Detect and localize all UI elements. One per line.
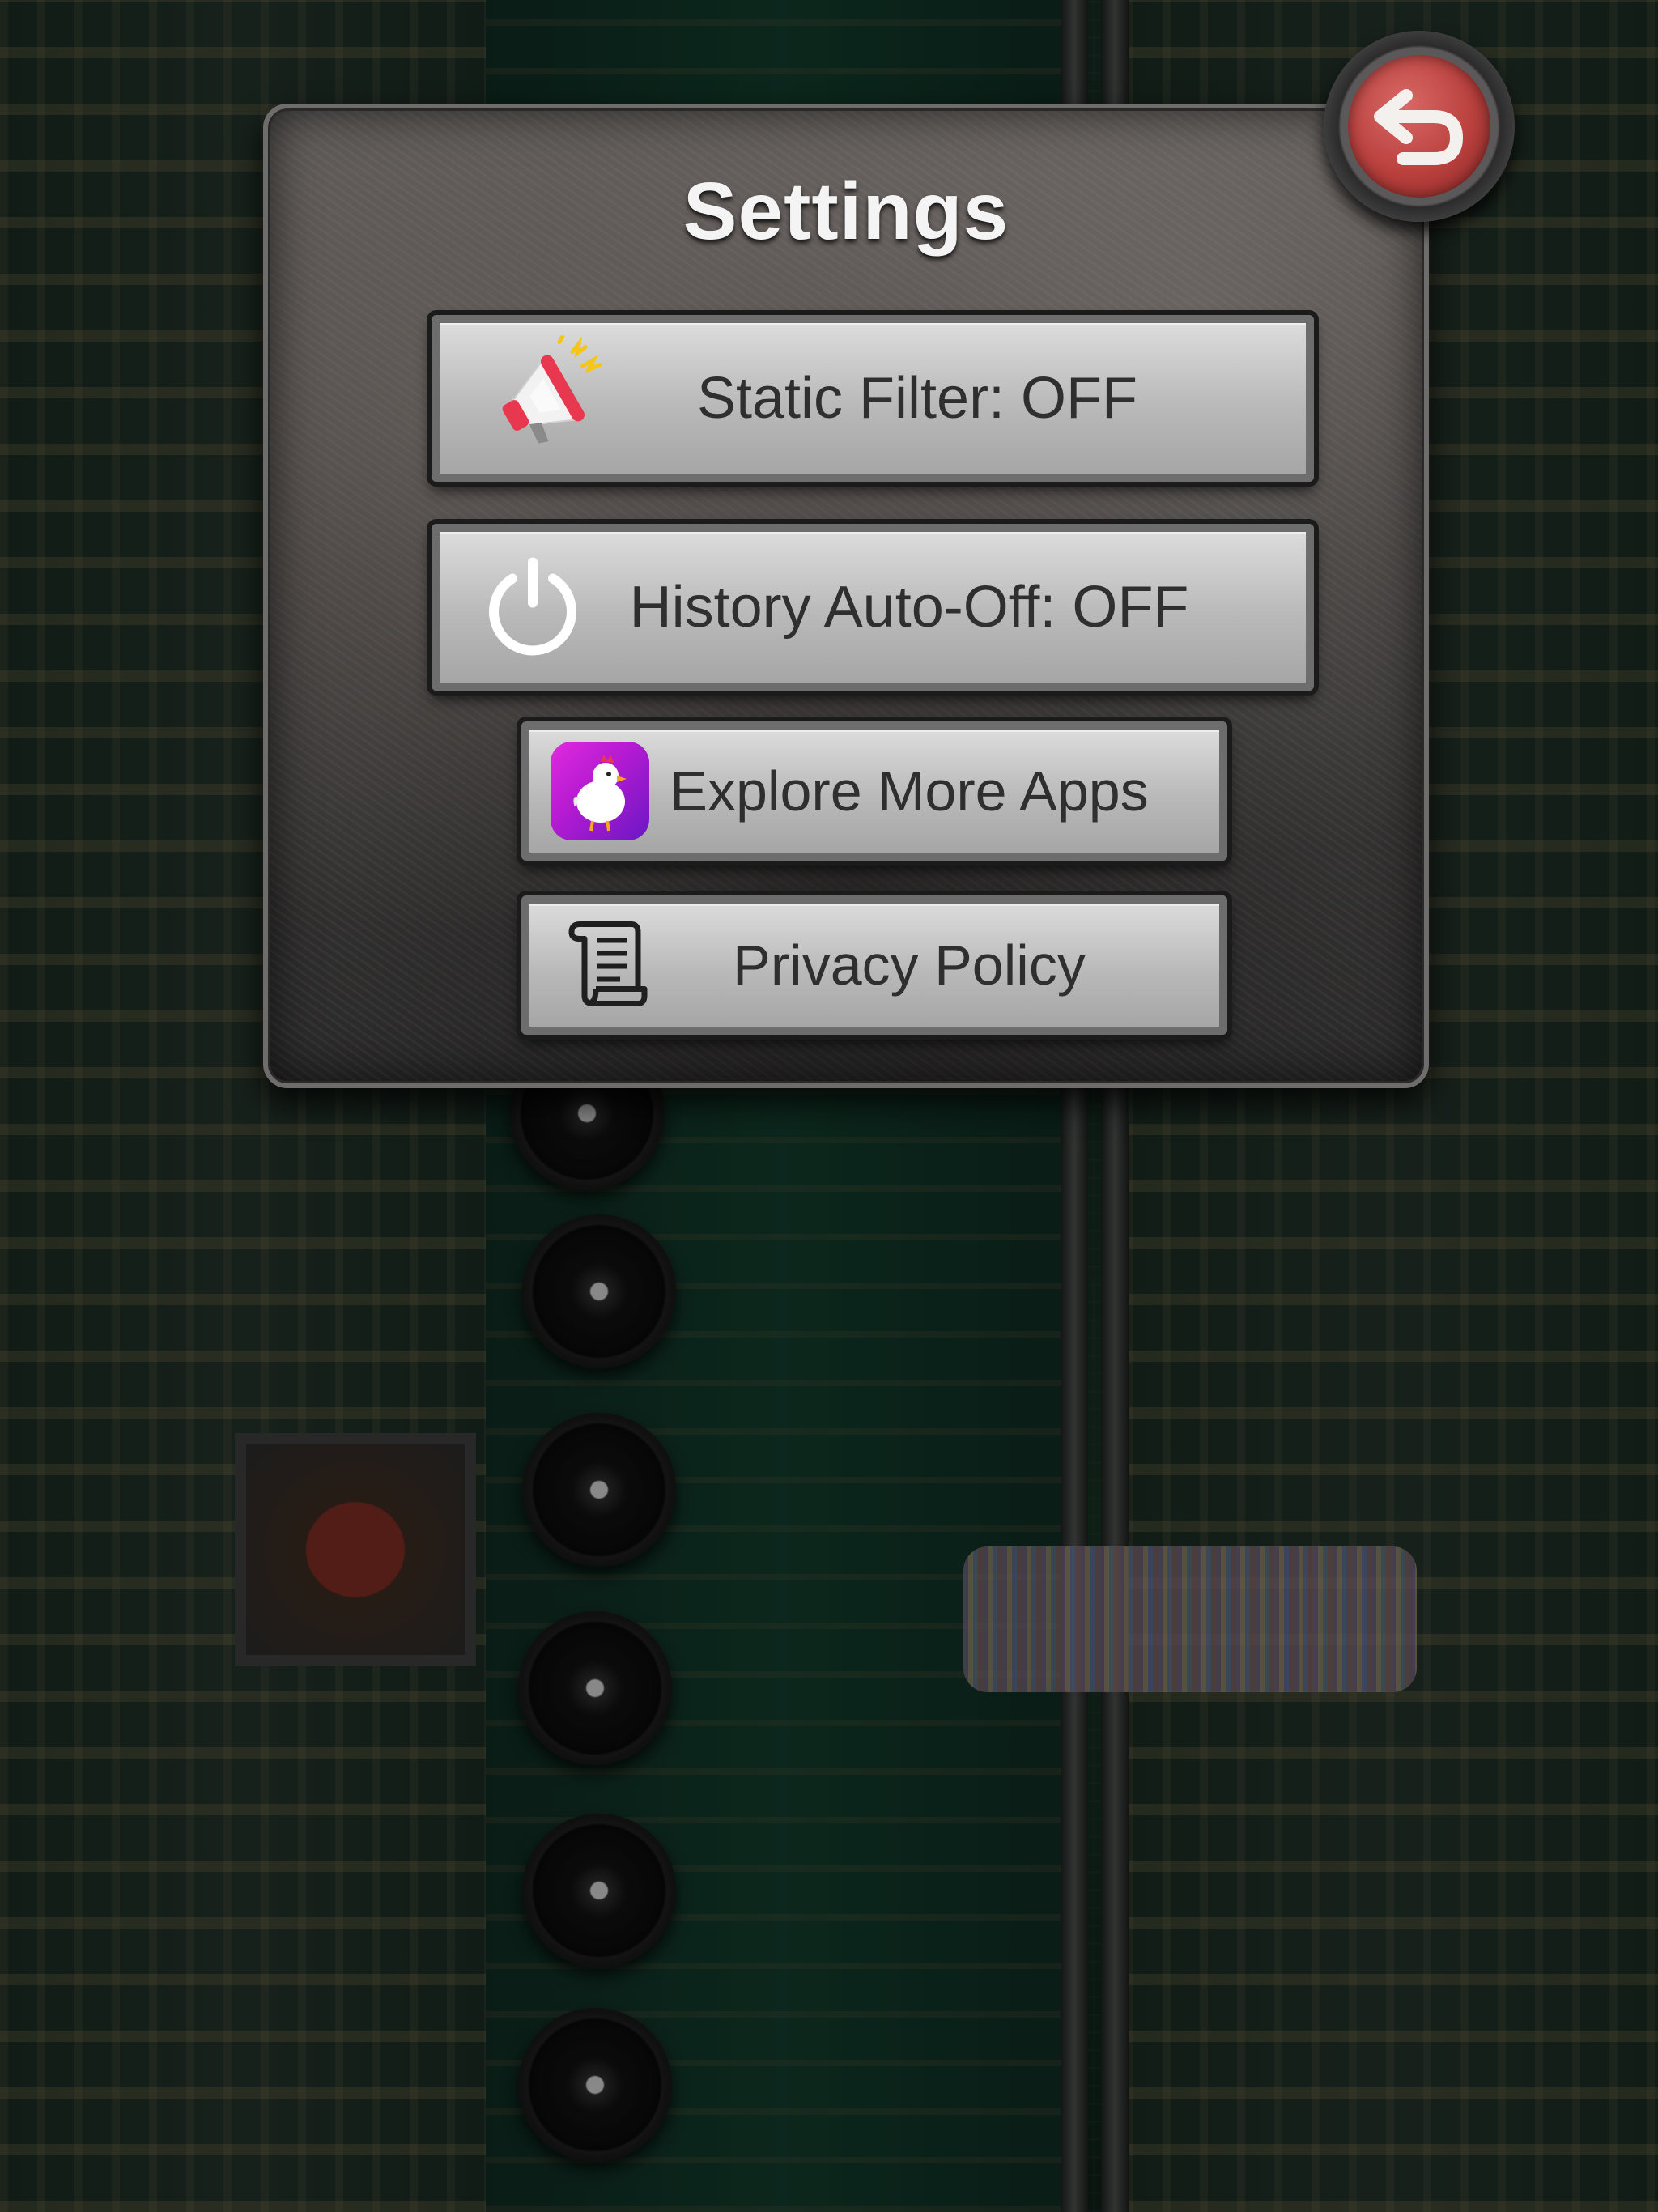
history-auto-off-label: History Auto-Off: OFF [629, 575, 1189, 640]
explore-more-apps-label: Explore More Apps [670, 759, 1149, 823]
settings-dialog: Settings Static Filter: OFF History Auto… [263, 104, 1429, 1088]
privacy-policy-button[interactable]: Privacy Policy [521, 895, 1227, 1035]
static-filter-label: Static Filter: OFF [696, 366, 1138, 431]
static-filter-button[interactable]: Static Filter: OFF [432, 315, 1314, 482]
history-auto-off-button[interactable]: History Auto-Off: OFF [432, 524, 1314, 691]
explore-more-apps-button[interactable]: Explore More Apps [521, 721, 1227, 861]
undo-arrow-icon [1371, 84, 1468, 172]
back-button[interactable] [1324, 31, 1515, 222]
back-button-face [1348, 55, 1490, 198]
settings-title: Settings [682, 166, 1010, 257]
privacy-policy-label: Privacy Policy [733, 934, 1086, 997]
